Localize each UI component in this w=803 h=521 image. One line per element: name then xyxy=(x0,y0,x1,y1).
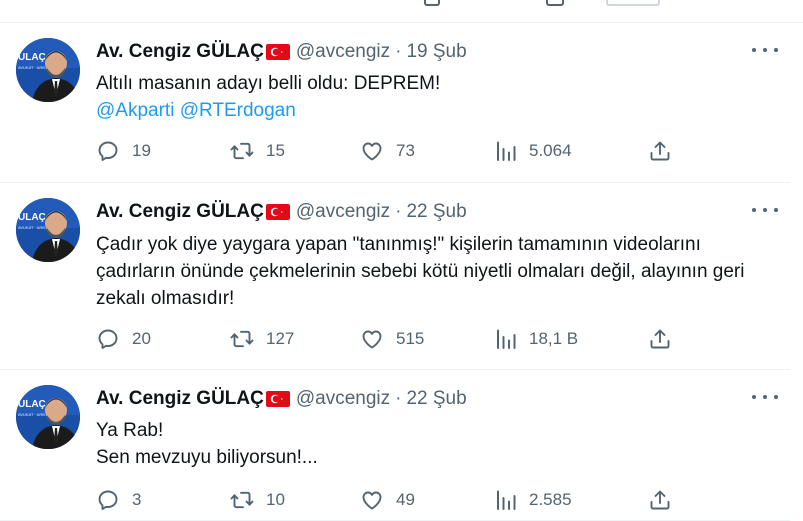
retweet-count: 127 xyxy=(266,329,295,348)
tweet[interactable]: Av. Cengiz GÜLAÇ @avcengiz · 22 Şub Ya R… xyxy=(0,370,790,521)
reply-icon xyxy=(96,488,120,512)
tweet-header: Av. Cengiz GÜLAÇ @avcengiz · 22 Şub xyxy=(96,200,467,224)
tweet-time[interactable]: 22 Şub xyxy=(406,387,466,411)
reply-count: 3 xyxy=(132,490,142,509)
like-button[interactable]: 515 xyxy=(360,327,424,351)
turkish-flag-icon xyxy=(266,44,290,60)
share-button[interactable] xyxy=(648,327,672,351)
views-button[interactable]: 18,1 B xyxy=(493,327,578,351)
retweet-icon xyxy=(230,327,254,351)
author-handle[interactable]: @avcengiz xyxy=(296,387,390,411)
tweet-actions: 3 10 49 2.585 xyxy=(96,488,680,514)
like-button[interactable]: 49 xyxy=(360,488,415,512)
previous-tweet-actions-edge xyxy=(0,0,803,23)
views-icon xyxy=(493,488,517,512)
retweet-button[interactable]: 15 xyxy=(230,139,285,163)
tweet-text-line: Altılı masanın adayı belli oldu: DEPREM! xyxy=(96,73,441,94)
bookmark-icon[interactable] xyxy=(424,0,440,6)
reply-button[interactable]: 20 xyxy=(96,327,151,351)
views-icon xyxy=(493,139,517,163)
avatar[interactable] xyxy=(16,38,80,102)
share-icon[interactable] xyxy=(606,0,660,6)
reply-icon xyxy=(96,327,120,351)
views-button[interactable]: 2.585 xyxy=(493,488,572,512)
heart-icon xyxy=(360,139,384,163)
tweet-mentions: @Akparti @RTErdogan xyxy=(96,97,440,124)
author-handle[interactable]: @avcengiz xyxy=(296,40,390,64)
views-button[interactable]: 5.064 xyxy=(493,139,572,163)
share-icon xyxy=(648,488,672,512)
author-name[interactable]: Av. Cengiz GÜLAÇ xyxy=(96,387,264,411)
share-icon xyxy=(648,139,672,163)
tweet-feed: Av. Cengiz GÜLAÇ @avcengiz · 19 Şub Altı… xyxy=(0,23,790,521)
tweet-actions: 20 127 515 18,1 B xyxy=(96,327,680,353)
reply-count: 19 xyxy=(132,141,151,160)
tweet-text-line: çadırların önünde çekmelerinin sebebi kö… xyxy=(96,261,745,282)
retweet-button[interactable]: 10 xyxy=(230,488,285,512)
like-count: 49 xyxy=(396,490,415,509)
tweet-time[interactable]: 19 Şub xyxy=(406,40,466,64)
turkish-flag-icon xyxy=(266,204,290,220)
avatar[interactable] xyxy=(16,385,80,449)
author-name[interactable]: Av. Cengiz GÜLAÇ xyxy=(96,200,264,224)
separator-dot: · xyxy=(395,201,402,222)
tweet-header: Av. Cengiz GÜLAÇ @avcengiz · 22 Şub xyxy=(96,387,467,411)
share-button[interactable] xyxy=(648,139,672,163)
tweet-header: Av. Cengiz GÜLAÇ @avcengiz · 19 Şub xyxy=(96,40,467,64)
avatar[interactable] xyxy=(16,198,80,262)
tweet-text: Ya Rab! Sen mevzuyu biliyorsun!... xyxy=(96,417,318,471)
tweet-time[interactable]: 22 Şub xyxy=(406,200,466,224)
reply-count: 20 xyxy=(132,329,151,348)
retweet-count: 15 xyxy=(266,141,285,160)
reply-button[interactable]: 3 xyxy=(96,488,141,512)
retweet-count: 10 xyxy=(266,490,285,509)
views-icon[interactable] xyxy=(546,0,564,6)
mention-link[interactable]: @RTErdogan xyxy=(180,100,296,121)
share-icon xyxy=(648,327,672,351)
author-name[interactable]: Av. Cengiz GÜLAÇ xyxy=(96,40,264,64)
tweet-text: Altılı masanın adayı belli oldu: DEPREM!… xyxy=(96,70,440,124)
separator-dot: · xyxy=(395,388,402,409)
tweet-text-line: Sen mevzuyu biliyorsun!... xyxy=(96,447,318,468)
separator-dot: · xyxy=(395,41,402,62)
views-icon xyxy=(493,327,517,351)
tweet[interactable]: Av. Cengiz GÜLAÇ @avcengiz · 19 Şub Altı… xyxy=(0,23,790,183)
heart-icon xyxy=(360,488,384,512)
tweet-text-line: Ya Rab! xyxy=(96,420,164,441)
like-button[interactable]: 73 xyxy=(360,139,415,163)
reply-button[interactable]: 19 xyxy=(96,139,151,163)
tweet-text-line: zekalı olmasıdır! xyxy=(96,288,235,309)
retweet-icon xyxy=(230,488,254,512)
share-button[interactable] xyxy=(648,488,672,512)
like-count: 73 xyxy=(396,141,415,160)
tweet[interactable]: Av. Cengiz GÜLAÇ @avcengiz · 22 Şub Çadı… xyxy=(0,183,790,370)
tweet-text: Çadır yok diye yaygara yapan "tanınmış!"… xyxy=(96,231,744,312)
tweet-text-line: Çadır yok diye yaygara yapan "tanınmış!"… xyxy=(96,234,701,255)
retweet-button[interactable]: 127 xyxy=(230,327,294,351)
more-options-icon[interactable] xyxy=(752,43,778,57)
retweet-icon xyxy=(230,139,254,163)
mention-link[interactable]: @Akparti xyxy=(96,100,174,121)
view-count: 2.585 xyxy=(529,490,572,509)
heart-icon xyxy=(360,327,384,351)
like-count: 515 xyxy=(396,329,425,348)
reply-icon xyxy=(96,139,120,163)
view-count: 5.064 xyxy=(529,141,572,160)
view-count: 18,1 B xyxy=(529,329,579,348)
tweet-actions: 19 15 73 5.064 xyxy=(96,139,680,165)
turkish-flag-icon xyxy=(266,391,290,407)
author-handle[interactable]: @avcengiz xyxy=(296,200,390,224)
more-options-icon[interactable] xyxy=(752,390,778,404)
more-options-icon[interactable] xyxy=(752,203,778,217)
